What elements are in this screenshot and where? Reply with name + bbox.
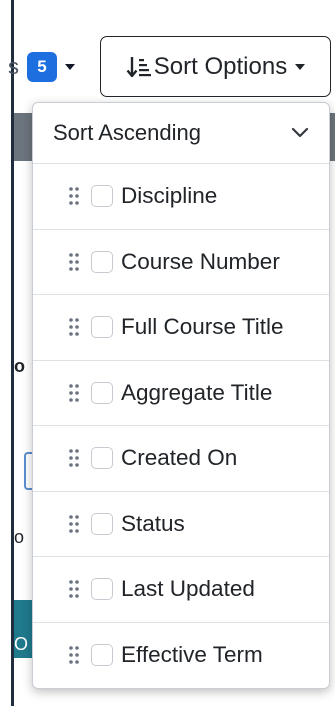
sort-field-item[interactable]: Discipline	[33, 164, 329, 230]
sort-field-checkbox[interactable]	[91, 578, 113, 601]
sort-field-checkbox[interactable]	[91, 381, 113, 404]
grip-vertical-icon[interactable]	[67, 383, 81, 403]
sort-field-label: Created On	[121, 445, 238, 471]
sort-field-label: Course Number	[121, 248, 280, 274]
sort-descending-icon	[126, 55, 152, 79]
grip-vertical-icon[interactable]	[67, 448, 81, 468]
left-rail	[0, 0, 14, 706]
sort-field-checkbox[interactable]	[91, 644, 113, 667]
sort-field-item[interactable]: Aggregate Title	[33, 361, 329, 426]
sort-field-label: Full Course Title	[121, 314, 284, 340]
sort-options-menu: Sort Ascending Discipline Course Number Fu…	[32, 102, 330, 689]
grip-vertical-icon[interactable]	[67, 317, 81, 337]
toolbar-partial-label: s	[8, 54, 19, 79]
sort-field-item[interactable]: Full Course Title	[33, 295, 329, 361]
selected-count-toggle[interactable]: s 5	[8, 48, 75, 86]
sort-field-item[interactable]: Last Updated	[33, 557, 329, 623]
background-text-fragment: o	[14, 527, 25, 547]
sort-field-item[interactable]: Course Number	[33, 230, 329, 295]
chevron-down-icon	[291, 127, 309, 139]
caret-down-icon	[65, 64, 75, 70]
sort-field-label: Effective Term	[121, 642, 263, 668]
sort-options-button[interactable]: Sort Options	[100, 36, 331, 97]
sort-field-item[interactable]: Status	[33, 492, 329, 557]
sort-field-checkbox[interactable]	[91, 316, 113, 339]
grip-vertical-icon[interactable]	[67, 645, 81, 665]
sort-direction-select[interactable]: Sort Ascending	[33, 103, 329, 164]
sort-field-list: Discipline Course Number Full Course Title…	[33, 164, 329, 688]
grip-vertical-icon[interactable]	[67, 252, 81, 272]
grip-vertical-icon[interactable]	[67, 514, 81, 534]
background-text-fragment: o	[14, 356, 25, 376]
sort-field-checkbox[interactable]	[91, 447, 113, 470]
sort-field-checkbox[interactable]	[91, 250, 113, 273]
sort-field-label: Status	[121, 510, 185, 536]
sort-field-item[interactable]: Created On	[33, 426, 329, 492]
sort-field-label: Discipline	[121, 183, 218, 209]
sort-direction-value: Sort Ascending	[53, 120, 201, 145]
count-badge: 5	[27, 52, 57, 82]
caret-down-icon	[295, 63, 306, 70]
background-text-fragment: O	[14, 634, 29, 654]
sort-field-label: Aggregate Title	[121, 379, 273, 405]
sort-field-checkbox[interactable]	[91, 512, 113, 535]
sort-field-label: Last Updated	[121, 576, 255, 602]
grip-vertical-icon[interactable]	[67, 186, 81, 206]
sort-options-label: Sort Options	[153, 52, 288, 80]
page: o o O s 5 Sort Options Sort Ascending Di…	[0, 0, 335, 706]
sort-field-item[interactable]: Effective Term	[33, 623, 329, 689]
sort-field-checkbox[interactable]	[91, 185, 113, 208]
grip-vertical-icon[interactable]	[67, 579, 81, 599]
